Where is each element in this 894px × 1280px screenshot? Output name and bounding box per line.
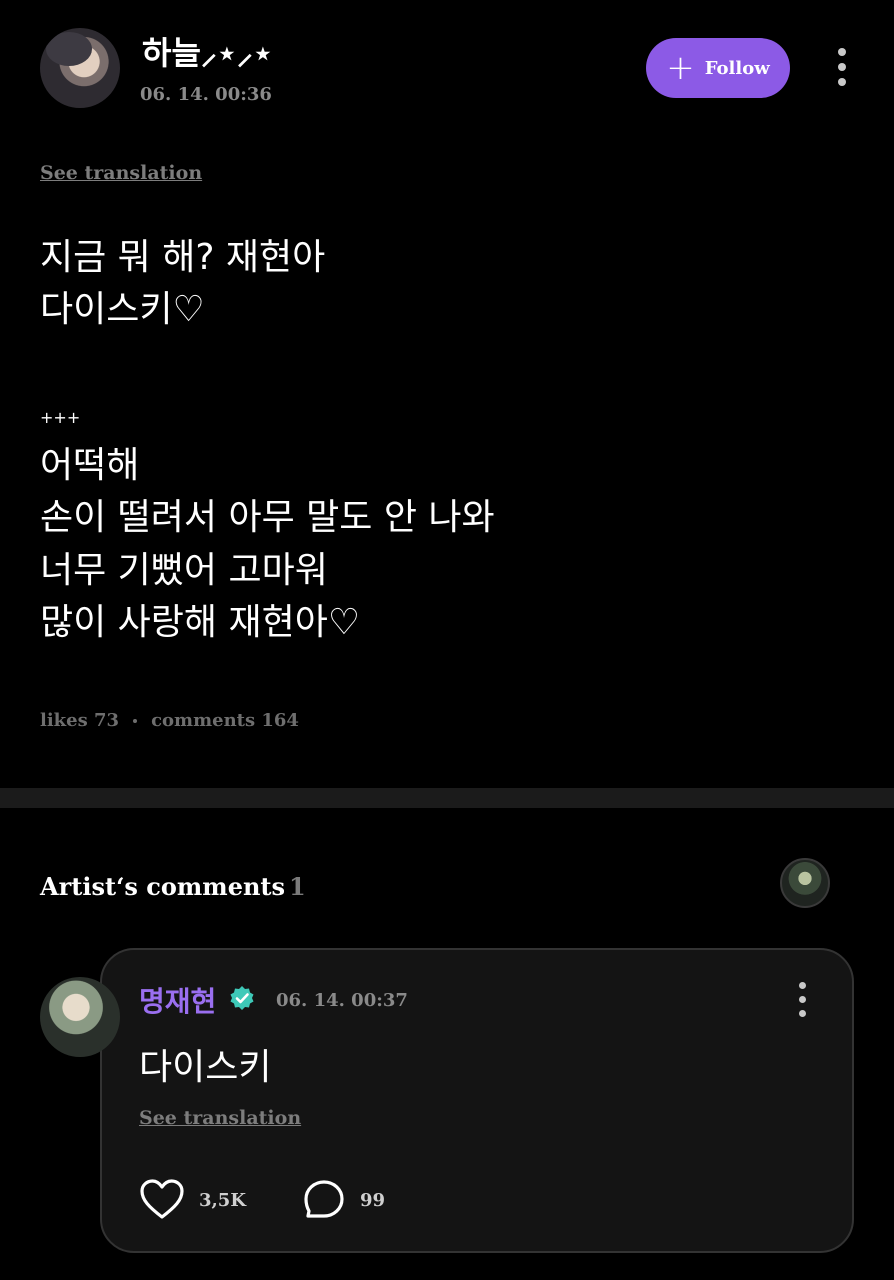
artist-comments-avatar[interactable] — [780, 858, 830, 908]
likes-count[interactable]: likes 73 — [40, 710, 119, 731]
post-body-line: 손이 떨려서 아무 말도 안 나와 — [40, 497, 495, 538]
verified-badge-icon — [230, 986, 254, 1010]
post-body-line: 너무 기뻤어 고마워 — [40, 550, 328, 591]
post-more-options-icon[interactable] — [838, 48, 846, 86]
post-body-line: 어떡해 — [40, 445, 140, 486]
follow-label: Follow — [704, 57, 770, 79]
comment-timestamp: 06. 14. 00:37 — [276, 990, 408, 1011]
author-avatar[interactable] — [40, 28, 120, 108]
speech-bubble-icon[interactable] — [302, 1178, 346, 1222]
separator-dot — [133, 718, 138, 723]
heart-icon[interactable] — [139, 1177, 185, 1221]
comments-count[interactable]: comments 164 — [151, 710, 299, 731]
post-separator: +++ — [40, 408, 81, 427]
artist-comments-count: 1 — [289, 872, 306, 901]
post-timestamp: 06. 14. 00:36 — [140, 84, 272, 105]
comment-see-translation-link[interactable]: See translation — [139, 1107, 301, 1129]
post-body-line: 다이스키♡ — [40, 289, 205, 330]
post-body-line: 많이 사랑해 재현아♡ — [40, 602, 361, 643]
post-stats: likes 73 comments 164 — [40, 710, 299, 731]
plus-icon: + — [666, 48, 695, 88]
comment-more-options-icon[interactable] — [799, 982, 806, 1017]
artist-comments-label: Artist‘s comments — [40, 872, 286, 901]
artist-comments-title: Artist‘s comments 1 — [40, 872, 306, 901]
artist-name[interactable]: 명재현 — [139, 980, 216, 1020]
comment-like-count: 3,5K — [199, 1190, 246, 1211]
follow-button[interactable]: + Follow — [646, 38, 790, 98]
post-author-name[interactable]: 하늘⸝⋆⸝⋆ — [142, 28, 273, 74]
section-divider — [0, 788, 894, 808]
comment-reply-count: 99 — [360, 1190, 386, 1211]
comment-text: 다이스키 — [139, 1047, 272, 1088]
artist-avatar[interactable] — [40, 977, 120, 1057]
post-body-line: 지금 뭐 해? 재현아 — [40, 237, 326, 278]
post-see-translation-link[interactable]: See translation — [40, 162, 202, 184]
